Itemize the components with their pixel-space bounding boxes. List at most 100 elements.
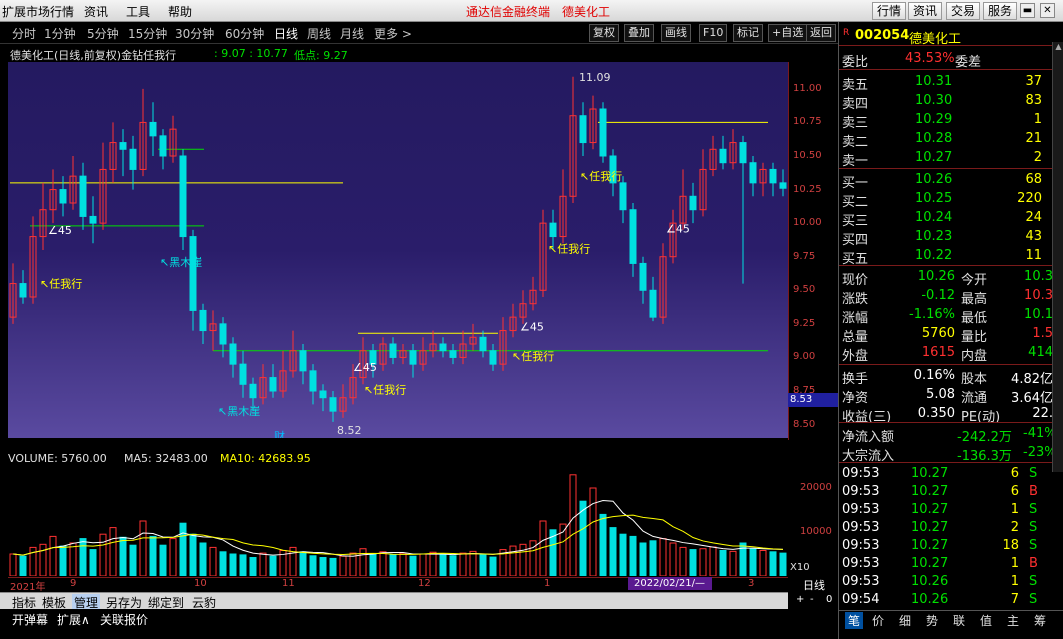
ma5-line: [12, 499, 784, 557]
quote-tab[interactable]: 笔: [845, 612, 864, 629]
trade-button[interactable]: 交易: [946, 2, 981, 20]
period-30min[interactable]: 30分钟: [175, 25, 214, 42]
quote-tab[interactable]: 价: [872, 612, 884, 629]
tick-row: 09:53 10.27 1 S: [839, 500, 1063, 519]
bid-volume: 11: [1025, 248, 1042, 263]
angle-label: ∠45: [353, 361, 377, 374]
tick-volume: 1: [1010, 556, 1019, 571]
candle: [79, 175, 87, 217]
extend-toggle[interactable]: 扩展∧: [57, 611, 90, 628]
menu-help[interactable]: 帮助: [168, 3, 192, 20]
f10-button[interactable]: F10: [699, 24, 728, 42]
flow-percent: -23%: [1023, 445, 1053, 460]
ask-row[interactable]: 卖三 10.29 1: [839, 110, 1063, 131]
zoom-in-button[interactable]: +: [796, 594, 804, 605]
overlay-button[interactable]: 叠加: [624, 24, 654, 42]
stat-label: 外盘: [842, 349, 869, 364]
adjust-button[interactable]: 复权: [589, 24, 619, 42]
candle: [439, 343, 447, 352]
quote-tab[interactable]: 势: [926, 612, 938, 629]
volume-bar: [419, 553, 427, 577]
quote-tab[interactable]: 筹: [1034, 612, 1046, 629]
menu-tools[interactable]: 工具: [126, 3, 150, 20]
volume-bar: [189, 533, 197, 577]
tick-time: 09:53: [842, 556, 880, 571]
volume-bar: [239, 554, 247, 577]
period-60min[interactable]: 60分钟: [225, 25, 264, 42]
back-button[interactable]: 返回: [806, 24, 836, 42]
bid-row[interactable]: 买五 10.22 11: [839, 246, 1063, 267]
scroll-up-icon[interactable]: ▲: [1053, 42, 1063, 53]
period-daily[interactable]: 日线: [274, 25, 298, 42]
bid-row[interactable]: 买四 10.23 43: [839, 227, 1063, 248]
marker-label: ↖任我行: [512, 350, 554, 363]
period-weekly[interactable]: 周线: [307, 25, 331, 42]
volume-bar: [139, 520, 147, 577]
candle: [59, 189, 67, 204]
price-tick: 10.25: [793, 183, 822, 195]
volume-bar: [9, 553, 17, 577]
candle: [239, 363, 247, 385]
volume-bar: [389, 554, 397, 577]
date-tick: 2021年: [10, 582, 46, 593]
bid-row[interactable]: 买二 10.25 220: [839, 189, 1063, 210]
danmaku-toggle[interactable]: 开弹幕: [12, 611, 48, 628]
period-more[interactable]: 更多 >: [374, 25, 412, 42]
app-title: 通达信金融终端: [466, 5, 551, 19]
related-quotes-button[interactable]: 关联报价: [100, 611, 148, 628]
mark-button[interactable]: 标记: [733, 24, 763, 42]
stat-value: 1.5: [1032, 326, 1053, 341]
angle-label: ∠45: [48, 224, 72, 237]
period-intraday[interactable]: 分时: [12, 25, 36, 42]
menu-extended-market[interactable]: 扩展市场行情: [2, 3, 74, 20]
menu-news[interactable]: 资讯: [84, 3, 108, 20]
quote-tab[interactable]: 细: [899, 612, 911, 629]
add-watchlist-button[interactable]: +自选: [768, 24, 808, 42]
bid-row[interactable]: 买一 10.26 68: [839, 170, 1063, 191]
ask-row[interactable]: 卖二 10.28 21: [839, 129, 1063, 150]
ask-volume: 83: [1025, 93, 1042, 108]
marker-label: ↖任我行: [548, 243, 590, 256]
volume-bar: [609, 527, 617, 577]
close-icon[interactable]: ✕: [1040, 3, 1055, 18]
marker-label: ↖黑木崖: [160, 256, 202, 269]
ask-row[interactable]: 卖四 10.30 83: [839, 91, 1063, 112]
candle: [489, 350, 497, 365]
period-15min[interactable]: 15分钟: [128, 25, 167, 42]
ma10-value: MA10: 42683.95: [220, 452, 311, 465]
draw-button[interactable]: 画线: [661, 24, 691, 42]
volume-bar: [229, 553, 237, 577]
candle: [479, 336, 487, 352]
zoom-controls: + - 0: [790, 594, 838, 608]
minimize-icon[interactable]: ▬: [1020, 3, 1035, 18]
period-5min[interactable]: 5分钟: [87, 25, 119, 42]
ask-row[interactable]: 卖一 10.27 2: [839, 148, 1063, 169]
candle: [19, 283, 27, 298]
quote-tab[interactable]: 联: [953, 612, 965, 629]
bid-row[interactable]: 买三 10.24 24: [839, 208, 1063, 229]
volume-bar: [449, 555, 457, 577]
zoom-out-button[interactable]: -: [810, 594, 814, 605]
quote-tab[interactable]: 值: [980, 612, 992, 629]
tick-price: 10.26: [911, 574, 949, 589]
indicator-tabs: 指标 模板 管理 另存为 绑定到 云豹: [0, 592, 788, 611]
service-button[interactable]: 服务: [983, 2, 1018, 20]
candle: [409, 350, 417, 365]
stat-value: 414: [1028, 345, 1053, 360]
volume-chart[interactable]: [8, 466, 788, 577]
info-button[interactable]: 资讯: [908, 2, 943, 20]
stat-value: 1615: [921, 345, 955, 360]
period-1min[interactable]: 1分钟: [44, 25, 76, 42]
tick-direction: B: [1029, 556, 1038, 571]
volume-bar: [509, 545, 517, 577]
zoom-reset-button[interactable]: 0: [826, 594, 832, 605]
quotes-button[interactable]: 行情: [872, 2, 907, 20]
quote-tab[interactable]: 主: [1007, 612, 1019, 629]
volume-bar: [209, 546, 217, 577]
candlestick-chart[interactable]: 11.09 8.52 ↖任我行 ↖黑木崖 ↖任我行 ↖黑木崖 ↖任我行 ↖任我行 ↖任我行 ∠45…: [8, 62, 788, 438]
period-monthly[interactable]: 月线: [340, 25, 364, 42]
tick-row: 09:53 10.27 6 S: [839, 464, 1063, 483]
ask-row[interactable]: 卖五 10.31 37: [839, 72, 1063, 93]
stat-value: 10.3: [1024, 269, 1053, 284]
quote-scrollbar[interactable]: ▲: [1052, 42, 1063, 472]
